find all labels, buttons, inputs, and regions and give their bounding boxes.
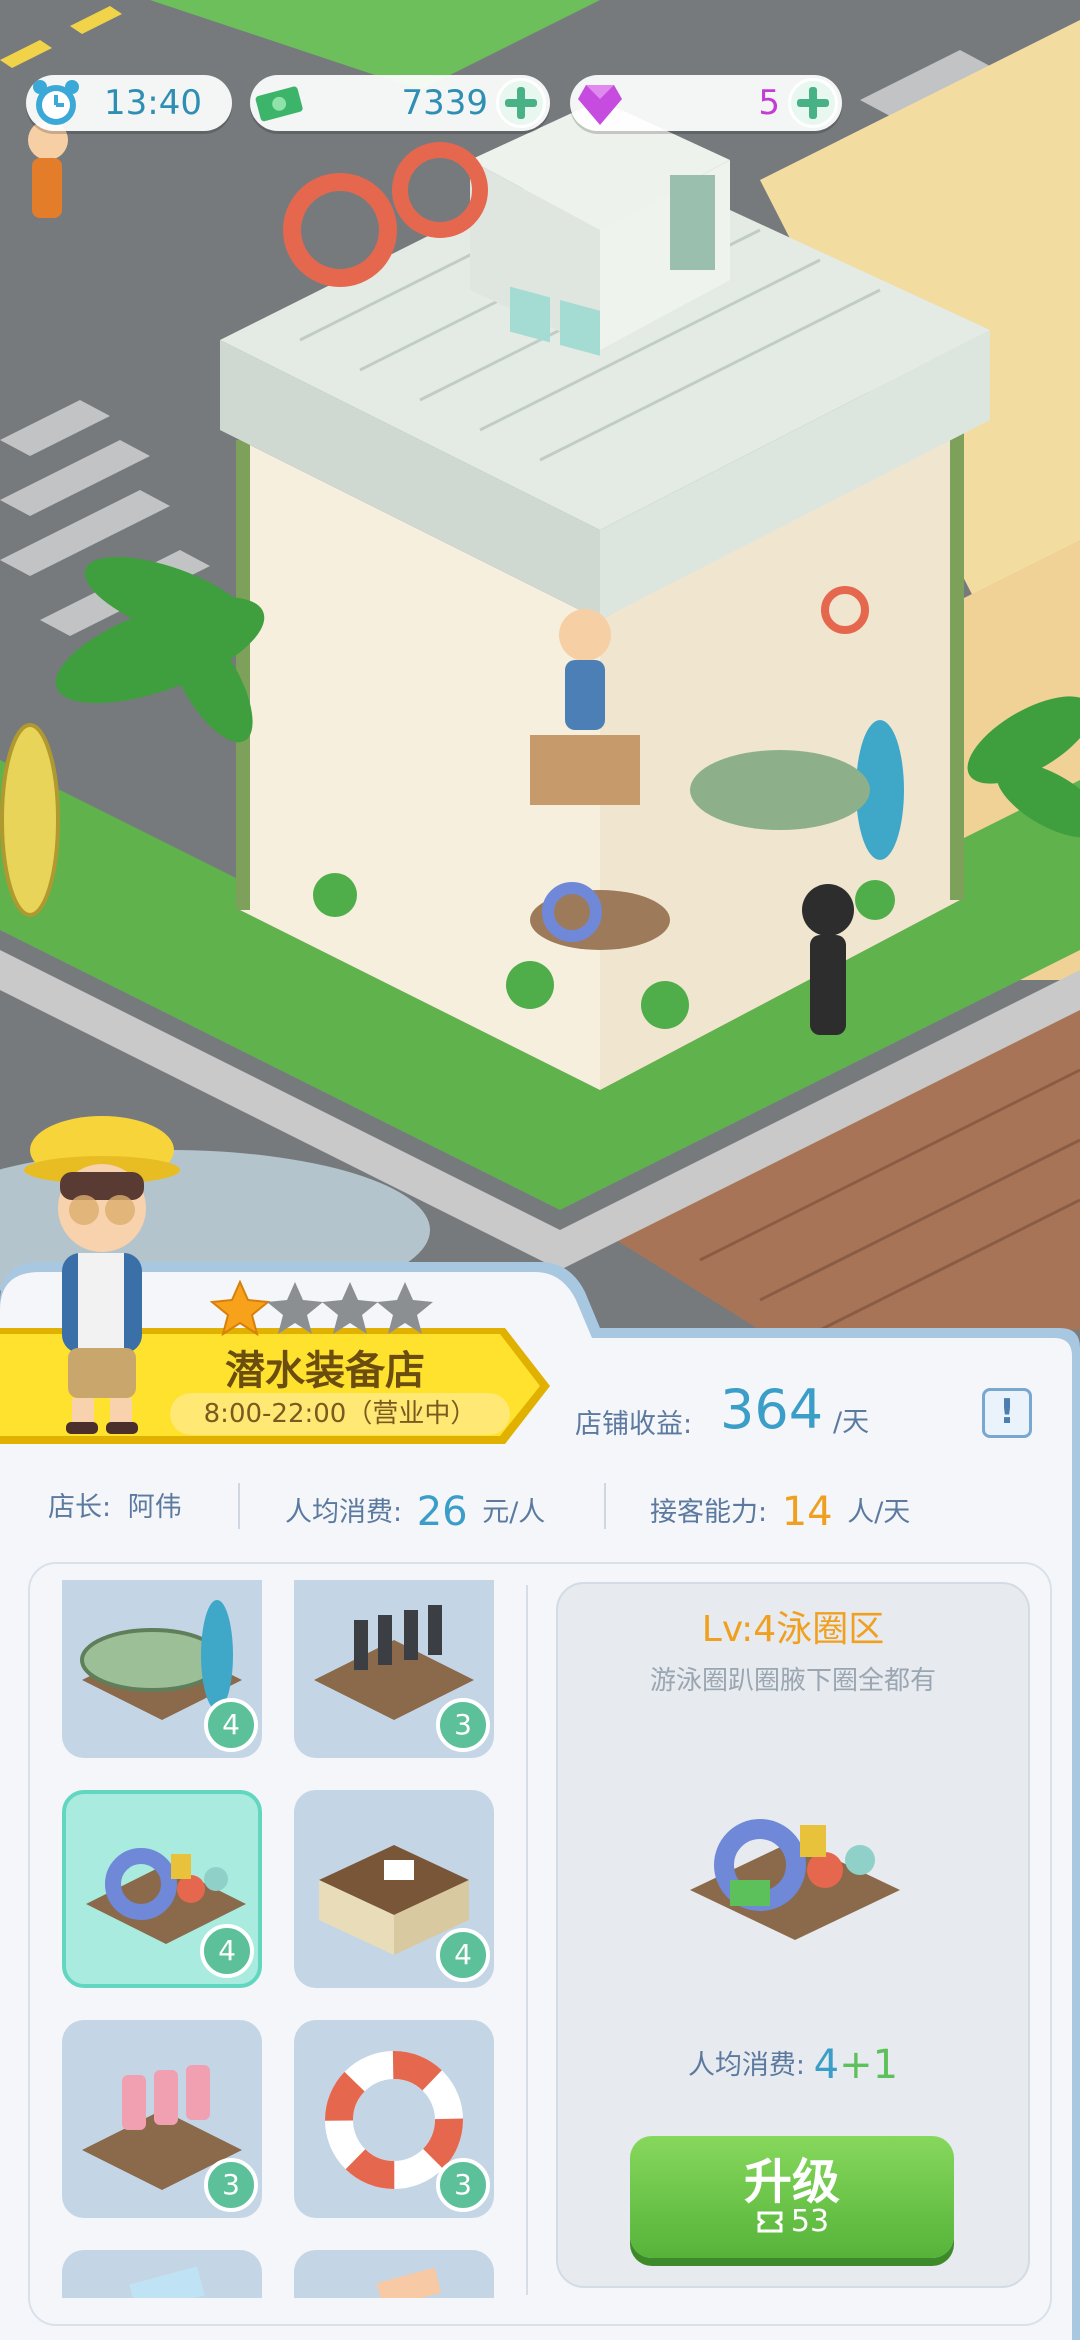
facility-level-badge: 4 (436, 1928, 490, 1982)
star-empty-icon (322, 1282, 378, 1334)
money-amount: 7339 (401, 83, 488, 123)
income-unit: /天 (833, 1407, 870, 1438)
capacity-unit: 人/天 (847, 1497, 911, 1528)
star-filled-icon (210, 1279, 271, 1337)
spend-stat: 人均消费: 26 元/人 (285, 1485, 546, 1535)
shop-star-rating (210, 1279, 433, 1337)
income-value: 364 (720, 1378, 824, 1441)
clock-time: 13:40 (104, 83, 202, 123)
cash-icon (255, 86, 303, 122)
diamond-icon (578, 85, 622, 125)
star-empty-icon (377, 1282, 433, 1334)
facility-tile[interactable]: 3 (294, 2020, 494, 2218)
facility-level-badge: 3 (436, 1698, 490, 1752)
facility-level-badge: 3 (204, 2158, 258, 2212)
upgrade-cost-value: 53 (790, 2204, 830, 2239)
alarm-clock-icon (33, 80, 79, 125)
facility-level-badge: 3 (436, 2158, 490, 2212)
facility-spend-label: 人均消费: (687, 2050, 806, 2081)
owner-name: 阿伟 (127, 1492, 182, 1523)
facility-spend-bonus: +1 (839, 2042, 899, 2088)
add-money-button[interactable] (496, 78, 546, 128)
add-gem-button[interactable] (788, 78, 838, 128)
facility-tile-selected[interactable]: 4 (62, 1790, 262, 1988)
facility-tile[interactable]: 4 (62, 1580, 262, 1758)
facility-spend-base: 4 (813, 2042, 840, 2088)
owner-label: 店长: (48, 1492, 112, 1523)
facility-tile[interactable] (62, 2250, 262, 2298)
facility-spend-stat: 人均消费: 4+1 (556, 2038, 1030, 2088)
upgrade-label: 升级 (743, 2154, 840, 2210)
upgrade-cost: 53 (630, 2204, 954, 2239)
plus-icon (505, 87, 537, 119)
clock-display: 13:40 (26, 75, 232, 131)
capacity-value: 14 (781, 1489, 833, 1535)
gem-display: 5 (570, 75, 842, 131)
facility-tile[interactable]: 3 (294, 1580, 494, 1758)
facility-level-badge: 4 (200, 1924, 254, 1978)
plus-icon (797, 87, 829, 119)
spend-label: 人均消费: (285, 1497, 403, 1528)
facility-tile[interactable]: 3 (62, 2020, 262, 2218)
shop-name: 潜水装备店 (225, 1348, 425, 1394)
facility-detail-description: 游泳圈趴圈腋下圈全都有 (649, 1666, 936, 1696)
capacity-stat: 接客能力: 14 人/天 (650, 1485, 911, 1535)
stat-divider (238, 1483, 240, 1529)
facility-list[interactable]: 4 3 4 4 3 3 (40, 1580, 510, 2298)
facility-tile[interactable]: 4 (294, 1790, 494, 1988)
star-empty-icon (267, 1282, 323, 1334)
income-label: 店铺收益: (575, 1409, 693, 1440)
spend-unit: 元/人 (482, 1497, 546, 1528)
ticket-icon (757, 2211, 783, 2233)
owner-stat: 店长: 阿伟 (48, 1485, 182, 1524)
facility-level-badge: 4 (204, 1698, 258, 1752)
capacity-label: 接客能力: (650, 1497, 768, 1528)
stat-divider (604, 1483, 606, 1529)
spend-value: 26 (416, 1489, 468, 1535)
money-display: 7339 (250, 75, 550, 131)
item-icon (376, 2267, 442, 2298)
shop-hours: 8:00-22:00（营业中） (170, 1393, 510, 1435)
facility-tile[interactable] (294, 2250, 494, 2298)
towel-icon (129, 2266, 205, 2298)
info-button[interactable]: ! (982, 1388, 1032, 1438)
gem-amount: 5 (758, 83, 780, 123)
facility-detail-title: Lv:4泳圈区 (701, 1609, 885, 1650)
swim-ring-stand-icon (690, 1819, 900, 1940)
list-divider (526, 1585, 528, 2295)
upgrade-button[interactable]: 升级 53 (630, 2136, 954, 2258)
